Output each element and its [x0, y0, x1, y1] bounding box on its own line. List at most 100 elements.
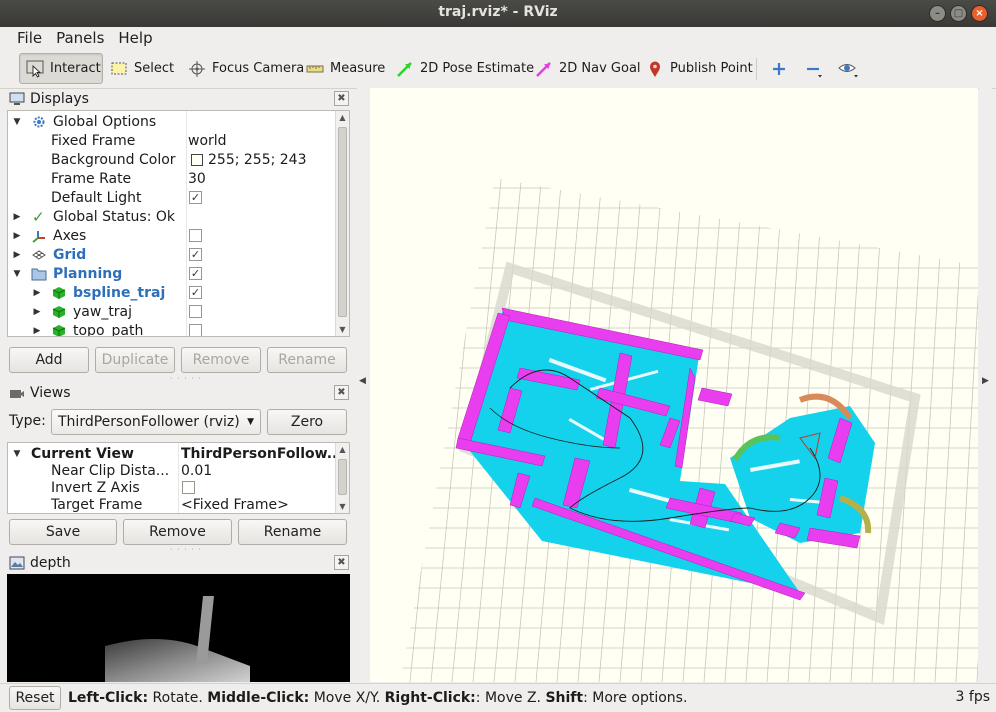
tree-label: Planning	[53, 265, 123, 282]
minimize-button[interactable]: –	[929, 5, 946, 22]
3d-viewport[interactable]	[370, 88, 978, 682]
tree-row-topo-path[interactable]: ▶ topo_path	[8, 321, 335, 336]
tree-row-global-options[interactable]: ▼ Global Options	[8, 112, 335, 131]
pose-estimate-tool[interactable]: 2D Pose Estimate	[390, 53, 540, 84]
save-view-button[interactable]: Save	[9, 519, 117, 545]
hint-text: Rotate.	[148, 690, 208, 706]
scroll-up-icon[interactable]: ▲	[336, 113, 349, 122]
close-button[interactable]: ×	[971, 5, 988, 22]
tree-row-global-status[interactable]: ▶ ✓ Global Status: Ok	[8, 207, 335, 226]
depth-title: depth	[30, 555, 71, 571]
views-close-button[interactable]: ✖	[334, 385, 349, 400]
scroll-thumb[interactable]	[338, 459, 347, 495]
default-light-checkbox[interactable]: ✓	[189, 191, 202, 204]
menu-panels[interactable]: Panels	[49, 27, 111, 49]
tree-row-axes[interactable]: ▶ Axes	[8, 226, 335, 245]
expand-arrow-icon[interactable]: ▼	[12, 269, 22, 279]
left-splitter[interactable]: ◀	[357, 88, 370, 682]
tree-row-background-color[interactable]: Background Color 255; 255; 243	[8, 150, 335, 169]
menu-bar: File Panels Help	[0, 27, 996, 49]
scroll-down-icon[interactable]: ▼	[336, 502, 349, 511]
tree-row-target-frame[interactable]: Target Frame <Fixed Frame>	[8, 495, 335, 513]
green-cube-icon	[52, 305, 66, 318]
views-tree: ▼ Current View ThirdPersonFollow... Near…	[7, 442, 350, 514]
remove-display-button[interactable]: Remove	[181, 347, 261, 373]
select-tool[interactable]: Select	[104, 53, 180, 84]
focus-camera-tool[interactable]: Focus Camera	[182, 53, 310, 84]
menu-file[interactable]: File	[10, 27, 49, 49]
eye-icon	[838, 60, 858, 78]
nav-goal-tool[interactable]: 2D Nav Goal	[529, 53, 647, 84]
focus-camera-label: Focus Camera	[212, 61, 305, 76]
measure-label: Measure	[330, 61, 386, 76]
current-view-value[interactable]: ThirdPersonFollow...	[181, 446, 343, 462]
background-color-value[interactable]: 255; 255; 243	[208, 152, 307, 168]
tree-label: yaw_traj	[73, 303, 133, 320]
panel-visibility-button[interactable]	[832, 53, 862, 84]
tree-label: Invert Z Axis	[51, 479, 140, 496]
axes-icon	[32, 230, 45, 243]
splitter-handle[interactable]: · · · · ·	[170, 374, 202, 383]
yaw-traj-checkbox[interactable]	[189, 305, 202, 318]
collapsed-arrow-icon[interactable]: ▶	[12, 212, 22, 222]
depth-close-button[interactable]: ✖	[334, 555, 349, 570]
reset-button[interactable]: Reset	[9, 686, 61, 710]
displays-close-button[interactable]: ✖	[334, 91, 349, 106]
collapsed-arrow-icon[interactable]: ▶	[12, 231, 22, 241]
depth-panel-header: depth ✖	[7, 553, 350, 573]
rename-display-button[interactable]: Rename	[267, 347, 347, 373]
displays-scrollbar[interactable]: ▲ ▼	[335, 111, 349, 336]
expand-arrow-icon[interactable]: ▼	[12, 449, 22, 459]
hint-text: Move X/Y.	[309, 690, 385, 706]
window-title: traj.rviz* - RViz	[438, 4, 558, 20]
view-type-select[interactable]: ThirdPersonFollower (rviz) ▼	[51, 409, 261, 435]
tree-label: Grid	[53, 246, 87, 263]
tree-row-frame-rate[interactable]: Frame Rate 30	[8, 169, 335, 188]
fixed-frame-value[interactable]: world	[188, 133, 227, 149]
measure-tool[interactable]: Measure	[300, 53, 391, 84]
tree-row-default-light[interactable]: Default Light ✓	[8, 188, 335, 207]
near-clip-value[interactable]: 0.01	[181, 463, 212, 479]
magenta-arrow-icon	[535, 60, 553, 78]
3d-scene	[400, 178, 978, 682]
add-button[interactable]: Add	[9, 347, 89, 373]
remove-tool-button[interactable]	[798, 53, 828, 84]
zero-button[interactable]: Zero	[267, 409, 347, 435]
add-tool-button[interactable]	[764, 53, 794, 84]
right-splitter[interactable]: ▶	[979, 88, 992, 682]
tree-row-grid[interactable]: ▶ Grid ✓	[8, 245, 335, 264]
axes-checkbox[interactable]	[189, 229, 202, 242]
interact-tool[interactable]: Interact	[19, 53, 103, 84]
tree-row-yaw-traj[interactable]: ▶ yaw_traj	[8, 302, 335, 321]
tree-row-bspline-traj[interactable]: ▶ bspline_traj ✓	[8, 283, 335, 302]
plus-icon	[770, 60, 788, 78]
tree-row-planning[interactable]: ▼ Planning ✓	[8, 264, 335, 283]
publish-point-label: Publish Point	[670, 61, 753, 76]
maximize-button[interactable]: □	[950, 5, 967, 22]
invert-z-checkbox[interactable]	[182, 481, 195, 494]
remove-view-button[interactable]: Remove	[123, 519, 232, 545]
collapsed-arrow-icon[interactable]: ▶	[12, 250, 22, 260]
frame-rate-value[interactable]: 30	[188, 171, 206, 187]
checkmark-icon: ✓	[32, 207, 45, 226]
grid-checkbox[interactable]: ✓	[189, 248, 202, 261]
topo-path-checkbox[interactable]	[189, 324, 202, 336]
rename-view-button[interactable]: Rename	[238, 519, 347, 545]
duplicate-button[interactable]: Duplicate	[95, 347, 175, 373]
collapsed-arrow-icon[interactable]: ▶	[32, 307, 42, 317]
scroll-down-icon[interactable]: ▼	[336, 325, 349, 334]
scroll-thumb[interactable]	[338, 127, 347, 317]
bspline-traj-checkbox[interactable]: ✓	[189, 286, 202, 299]
tree-row-fixed-frame[interactable]: Fixed Frame world	[8, 131, 335, 150]
scroll-up-icon[interactable]: ▲	[336, 445, 349, 454]
planning-checkbox[interactable]: ✓	[189, 267, 202, 280]
color-swatch[interactable]	[191, 153, 203, 166]
menu-help[interactable]: Help	[111, 27, 159, 49]
collapsed-arrow-icon[interactable]: ▶	[32, 326, 42, 336]
publish-point-tool[interactable]: Publish Point	[640, 53, 759, 84]
views-scrollbar[interactable]: ▲ ▼	[335, 443, 349, 513]
expand-arrow-icon[interactable]: ▼	[12, 117, 22, 127]
target-frame-value[interactable]: <Fixed Frame>	[181, 497, 289, 513]
collapsed-arrow-icon[interactable]: ▶	[32, 288, 42, 298]
map-pin-icon	[646, 60, 664, 78]
